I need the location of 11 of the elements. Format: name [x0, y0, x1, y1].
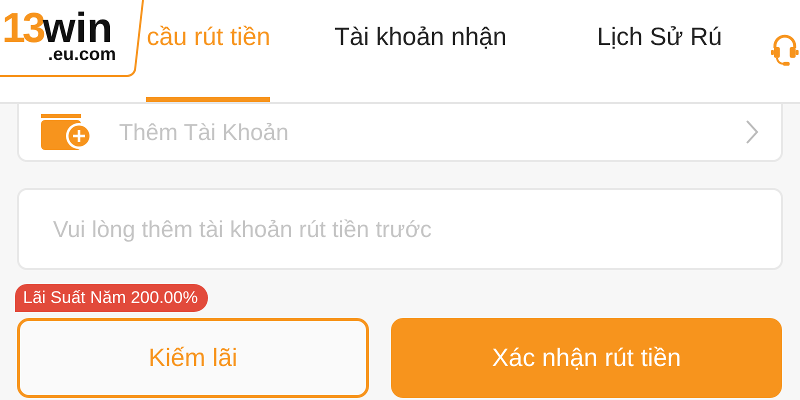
- logo: 13win .eu.com: [0, 0, 144, 80]
- interest-badge: Lãi Suất Năm 200.00%: [15, 284, 208, 312]
- confirm-button[interactable]: Xác nhận rút tiền: [391, 318, 782, 398]
- headset-icon[interactable]: [770, 33, 800, 67]
- tab[interactable]: Lịch Sử Rú: [570, 0, 748, 102]
- tab[interactable]: Tài khoản nhận: [270, 0, 571, 102]
- earn-button[interactable]: Kiếm lãi: [17, 318, 369, 398]
- amount-field[interactable]: Vui lòng thêm tài khoản rút tiền trước: [17, 188, 783, 270]
- add-account-label: Thêm Tài Khoản: [119, 118, 290, 146]
- add-account-row[interactable]: Thêm Tài Khoản: [17, 104, 783, 162]
- chevron-right-icon: [745, 119, 759, 145]
